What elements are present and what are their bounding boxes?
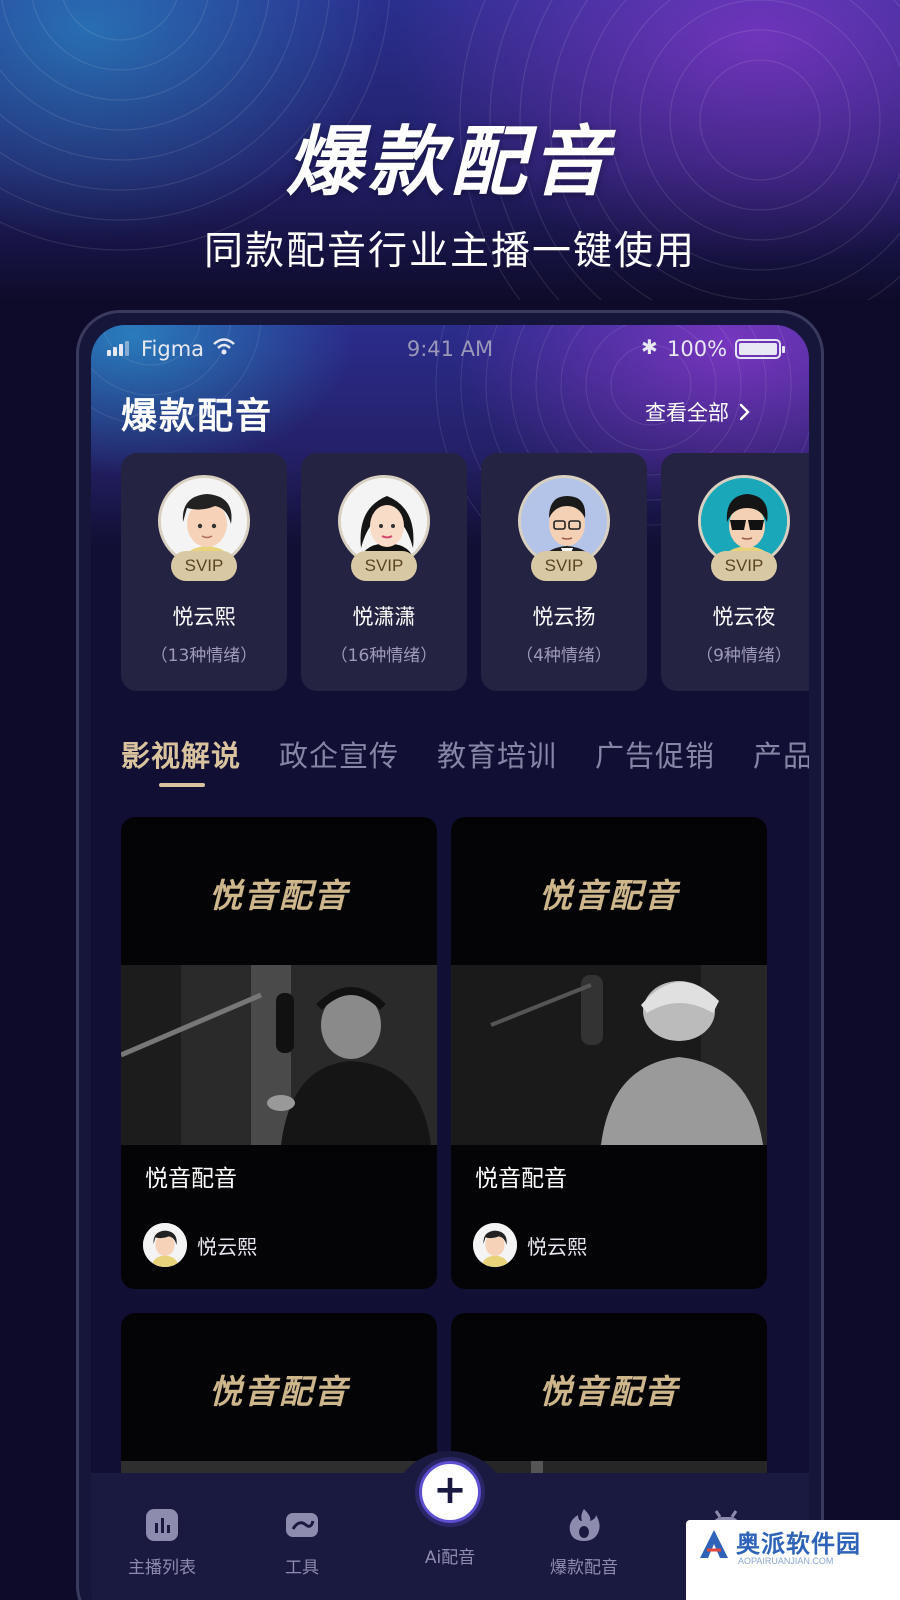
author-name: 悦云熙 [527,1234,587,1259]
watermark-logo-icon [700,1530,728,1558]
tab-product[interactable]: 产品 [753,733,809,775]
card-photo [121,965,437,1145]
card-title: 悦音配音 [145,1166,237,1192]
card-photo [451,965,767,1145]
nav-anchor-list[interactable]: 主播列表 [107,1507,217,1578]
anchor-name: 悦云熙 [172,605,236,629]
anchor-card[interactable]: SVIP 悦云熙 （13种情绪） [121,453,287,691]
svip-badge: SVIP [711,551,777,581]
voice-card[interactable]: 悦音配音 悦音配音 悦云熙 [451,817,767,1289]
card-brand: 悦音配音 [539,876,679,915]
anchor-mood-count: （9种情绪） [696,646,792,666]
section-title: 爆款配音 [121,396,274,437]
anchor-mood-count: （16种情绪） [330,646,438,666]
anchor-carousel[interactable]: SVIP 悦云熙 （13种情绪） SVIP 悦潇潇 （16种情绪） SVIP 悦… [121,453,809,693]
card-brand: 悦音配音 [209,876,349,915]
anchor-mood-count: （4种情绪） [516,646,612,666]
hero-title: 爆款配音 [286,117,614,206]
svip-badge: SVIP [351,551,417,581]
battery-percent: 100% [667,337,728,361]
tool-icon [286,1513,318,1537]
see-all-link[interactable]: 查看全部 [645,397,751,427]
phone-frame: Figma 9:41 AM ✱ 100% 爆款配音 查看全部 SVIP 悦云熙 … [76,310,824,1600]
card-brand: 悦音配音 [539,1372,679,1411]
nav-label: 主播列表 [128,1558,196,1578]
tab-education[interactable]: 教育培训 [437,733,557,775]
status-bar: Figma 9:41 AM ✱ 100% [91,331,809,367]
svip-badge: SVIP [171,551,237,581]
anchor-card[interactable]: SVIP 悦潇潇 （16种情绪） [301,453,467,691]
author-avatar [143,1223,187,1267]
anchor-name: 悦潇潇 [352,605,416,629]
category-tabs: 影视解说 政企宣传 教育培训 广告促销 产品 [121,733,809,793]
active-tab-indicator [159,783,205,787]
anchor-card[interactable]: SVIP 悦云扬 （4种情绪） [481,453,647,691]
card-author: 悦云熙 [143,1223,257,1267]
flame-icon [569,1509,600,1541]
card-author: 悦云熙 [473,1223,587,1267]
anchor-card[interactable]: SVIP 悦云夜 （9种情绪） [661,453,809,691]
nav-label: 爆款配音 [550,1558,618,1578]
tab-advertising[interactable]: 广告促销 [595,733,715,775]
see-all-label: 查看全部 [645,401,729,425]
tab-government-promo[interactable]: 政企宣传 [279,733,399,775]
phone-screen: Figma 9:41 AM ✱ 100% 爆款配音 查看全部 SVIP 悦云熙 … [91,325,809,1600]
svip-badge: SVIP [531,551,597,581]
watermark-url: AOPAIRUANJIAN.COM [738,1556,834,1566]
anchor-name: 悦云夜 [712,605,776,629]
anchor-name: 悦云扬 [532,605,596,629]
anchor-mood-count: （13种情绪） [150,646,258,666]
nav-label: 工具 [285,1558,319,1578]
chevron-right-icon [739,403,750,421]
chart-icon [146,1509,178,1541]
watermark-text: 奥派软件园 [736,1530,861,1558]
nav-hot-dubbing[interactable]: 爆款配音 [529,1507,639,1578]
ai-dub-plus-button[interactable]: + [419,1461,481,1523]
site-watermark: 奥派软件园 AOPAIRUANJIAN.COM [686,1520,900,1600]
card-title: 悦音配音 [475,1166,567,1192]
nav-label[interactable]: Ai配音 [395,1543,505,1568]
tab-film-commentary[interactable]: 影视解说 [121,733,241,775]
author-name: 悦云熙 [197,1234,257,1259]
card-brand: 悦音配音 [209,1372,349,1411]
bluetooth-icon: ✱ [641,335,658,359]
hero-subtitle: 同款配音行业主播一键使用 [203,229,696,274]
author-avatar [473,1223,517,1267]
voice-card[interactable]: 悦音配音 悦音配音 悦云熙 [121,817,437,1289]
nav-tools[interactable]: 工具 [247,1507,357,1578]
battery-icon [735,339,785,359]
hero-banner: 爆款配音 同款配音行业主播一键使用 [0,0,900,300]
